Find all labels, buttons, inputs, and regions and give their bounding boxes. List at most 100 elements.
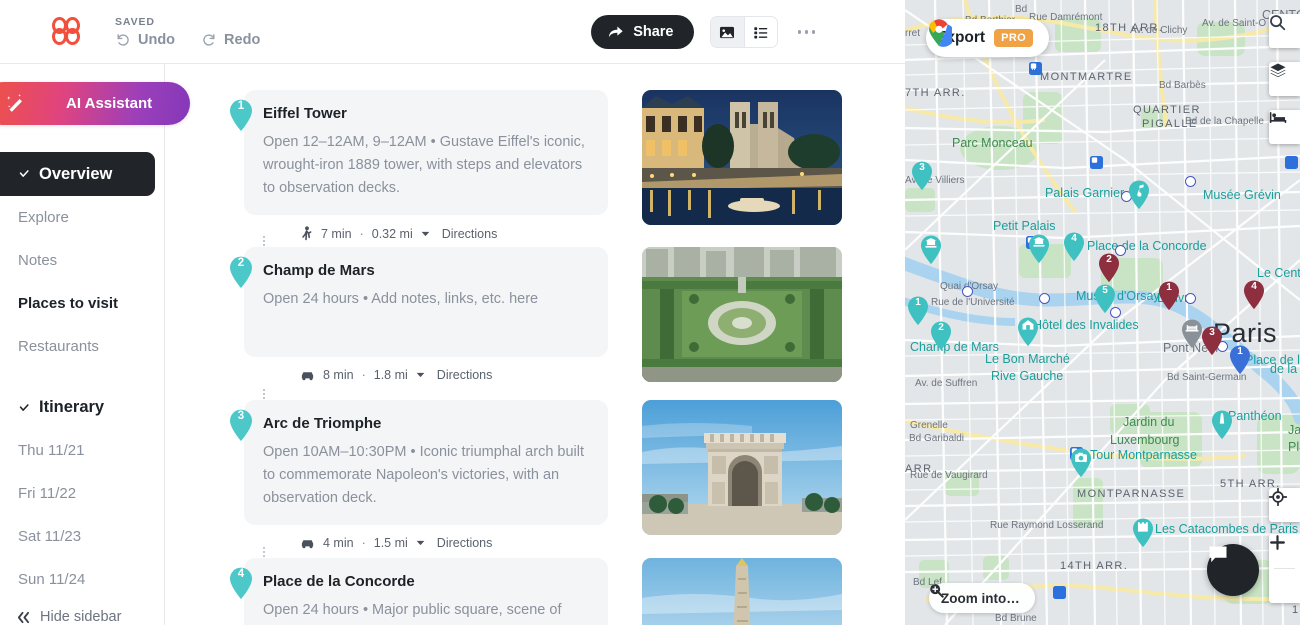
- pro-badge: PRO: [994, 29, 1034, 47]
- metro-station-icon[interactable]: [1185, 176, 1196, 187]
- my-location-button[interactable]: [1269, 488, 1300, 522]
- transit-station-icon[interactable]: [1029, 62, 1042, 75]
- photo-view-button[interactable]: [710, 17, 744, 47]
- redo-label: Redo: [224, 31, 261, 48]
- place-pin-2: 2: [228, 255, 254, 289]
- map-panel[interactable]: 18TH ARR.CENTQMONTMARTREQUARTIERPIGALLE7…: [905, 0, 1300, 625]
- hide-sidebar-label: Hide sidebar: [40, 609, 122, 625]
- sidebar-item-itinerary[interactable]: Itinerary: [0, 386, 164, 429]
- map-hotels-button[interactable]: [1269, 110, 1300, 144]
- map-marker-teal[interactable]: 2: [929, 320, 953, 351]
- sidebar-item-explore[interactable]: Explore: [0, 196, 164, 239]
- ai-assistant-button[interactable]: AI Assistant: [0, 82, 190, 125]
- share-button[interactable]: Share: [591, 15, 694, 49]
- map-marker-teal[interactable]: 4: [1062, 231, 1086, 262]
- map-marker-blue[interactable]: 1: [1228, 344, 1252, 375]
- place-thumbnail[interactable]: [642, 90, 842, 225]
- directions-link[interactable]: Directions: [437, 368, 493, 382]
- place-card[interactable]: Eiffel Tower Open 12–12AM, 9–12AM • Gust…: [244, 90, 608, 215]
- map-marker-red[interactable]: 4: [1242, 279, 1266, 310]
- map-poi-castle-icon[interactable]: [1131, 517, 1155, 548]
- chevron-down-icon[interactable]: [416, 372, 425, 378]
- sidebar-item-fri-1122[interactable]: Fri 11/22: [0, 472, 164, 515]
- leg-info[interactable]: 7 min · 0.32 mi Directions: [244, 226, 904, 241]
- redo-icon: [203, 33, 215, 46]
- place-thumbnail[interactable]: [642, 558, 842, 625]
- more-options-button[interactable]: [794, 22, 820, 42]
- marker-number: 1: [1237, 346, 1243, 357]
- metro-station-icon[interactable]: [1039, 293, 1050, 304]
- map-poi-bridge-icon[interactable]: [1180, 318, 1204, 349]
- place-card[interactable]: Champ de Mars Open 24 hours • Add notes,…: [244, 247, 608, 357]
- marker-number: 5: [1102, 285, 1108, 296]
- map-label: 14TH ARR.: [1060, 560, 1129, 572]
- metro-station-icon[interactable]: [1185, 293, 1196, 304]
- transit-station-icon[interactable]: [1285, 156, 1298, 169]
- car-icon: [301, 371, 314, 380]
- transit-station-icon[interactable]: [1053, 586, 1066, 599]
- sidebar-item-sat-1123[interactable]: Sat 11/23: [0, 515, 164, 558]
- map-marker-teal[interactable]: 3: [910, 160, 934, 191]
- map-marker-red[interactable]: 2: [1097, 252, 1121, 283]
- map-layers-button[interactable]: [1269, 62, 1300, 96]
- map-poi-museum-icon[interactable]: [919, 234, 943, 265]
- map-label: Jardin: [1288, 423, 1300, 437]
- map-poi-music-icon[interactable]: [1127, 179, 1151, 210]
- place-description: Open 12–12AM, 9–12AM • Gustave Eiffel's …: [263, 134, 585, 196]
- google-maps-pin-icon: [929, 19, 952, 47]
- map-label: Bd Garibaldi: [909, 433, 965, 444]
- wanderlog-logo-icon[interactable]: [52, 16, 86, 47]
- search-icon: [1270, 15, 1286, 31]
- map-poi-monument-icon[interactable]: [1210, 409, 1234, 440]
- sidebar-item-sun-1124[interactable]: Sun 11/24: [0, 558, 164, 601]
- sidebar-item-places-to-visit[interactable]: Places to visit: [0, 282, 164, 325]
- place-card[interactable]: Arc de Triomphe Open 10AM–10:30PM • Icon…: [244, 400, 608, 525]
- leg-info[interactable]: 4 min · 1.5 mi Directions: [244, 536, 904, 550]
- map-poi-museum-icon[interactable]: [1027, 233, 1051, 264]
- zoom-out-button[interactable]: [1269, 541, 1300, 603]
- leg-separator: ·: [359, 226, 364, 241]
- chevron-down-icon[interactable]: [416, 540, 425, 546]
- sidebar-item-restaurants[interactable]: Restaurants: [0, 325, 164, 368]
- sidebar-item-notes[interactable]: Notes: [0, 239, 164, 282]
- place-thumbnail[interactable]: [642, 247, 842, 382]
- locate-icon: [1269, 488, 1287, 506]
- map-label: QUARTIER: [1133, 104, 1201, 116]
- transit-station-icon[interactable]: [1090, 156, 1103, 169]
- directions-link[interactable]: Directions: [442, 227, 498, 241]
- car-icon: [301, 539, 314, 548]
- map-label: Jardin du: [1123, 415, 1175, 429]
- metro-station-icon[interactable]: [962, 286, 973, 297]
- place-thumbnail[interactable]: [642, 400, 842, 535]
- hide-sidebar-button[interactable]: Hide sidebar: [16, 609, 121, 625]
- chevron-down-icon[interactable]: [421, 231, 430, 237]
- export-button[interactable]: Export PRO: [926, 19, 1050, 57]
- map-poi-camera-icon[interactable]: [1069, 447, 1093, 478]
- sidebar-item-thu-1121[interactable]: Thu 11/21: [0, 429, 164, 472]
- marker-number: 2: [1106, 254, 1112, 265]
- redo-button[interactable]: Redo: [201, 32, 260, 48]
- chat-button[interactable]: [1207, 544, 1259, 596]
- place-pin-4: 4: [228, 566, 254, 600]
- place-pin-3: 3: [228, 408, 254, 442]
- map-poi-landmark-icon[interactable]: [1016, 316, 1040, 347]
- map-marker-teal[interactable]: 5: [1093, 283, 1117, 314]
- undo-button[interactable]: Undo: [115, 32, 175, 48]
- saved-status-label: SAVED: [115, 15, 155, 28]
- map-label: Bd: [1015, 4, 1028, 15]
- list-view-button[interactable]: [743, 17, 777, 47]
- map-hotels-control: [1269, 110, 1300, 144]
- map-label: 13T: [1292, 604, 1300, 616]
- map-search-button[interactable]: [1269, 14, 1300, 48]
- map-label: Place de la Concorde: [1087, 239, 1207, 253]
- leg-distance: 1.5 mi: [373, 536, 408, 550]
- map-marker-teal[interactable]: 1: [906, 295, 930, 326]
- zoom-into-button[interactable]: Zoom into…: [929, 583, 1035, 613]
- place-card[interactable]: Place de la Concorde Open 24 hours • Maj…: [244, 558, 608, 625]
- map-label: Palais Garnier: [1045, 186, 1125, 200]
- place-item: 3 Arc de Triomphe Open 10AM–10:30PM • Ic…: [230, 400, 904, 550]
- directions-link[interactable]: Directions: [437, 536, 493, 550]
- leg-distance: 1.8 mi: [373, 368, 408, 382]
- sidebar-item-overview[interactable]: Overview: [0, 152, 155, 196]
- map-marker-red[interactable]: 1: [1157, 280, 1181, 311]
